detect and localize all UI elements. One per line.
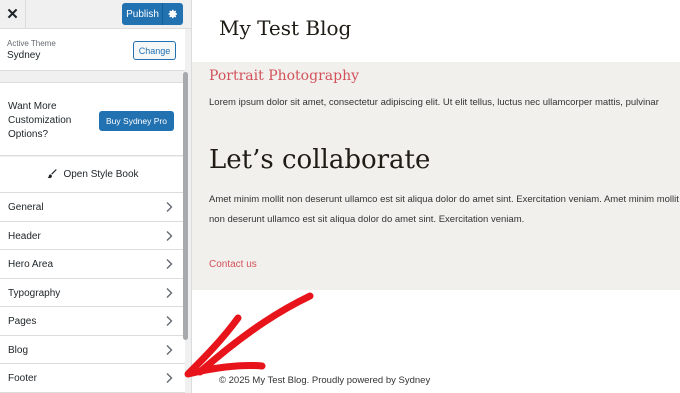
section-item-footer[interactable]: Footer xyxy=(0,364,185,393)
section-item-typography[interactable]: Typography xyxy=(0,278,185,307)
brush-icon xyxy=(46,168,58,182)
section-item-label: Pages xyxy=(8,316,37,327)
collab-paragraph: Amet minim mollit non deserunt ullamco e… xyxy=(209,194,679,225)
active-theme-name: Sydney xyxy=(7,50,41,61)
change-theme-button[interactable]: Change xyxy=(133,41,176,60)
close-icon[interactable]: ✕ xyxy=(0,0,26,28)
open-style-book-label: Open Style Book xyxy=(63,169,139,180)
section-item-pages[interactable]: Pages xyxy=(0,307,185,336)
upsell-text: Want More Customization Options? xyxy=(8,101,72,140)
scrollbar-thumb[interactable] xyxy=(183,72,188,340)
site-preview: My Test Blog Portrait Photography Lorem … xyxy=(192,0,680,393)
customizer-topbar: ✕ Publish xyxy=(0,0,191,29)
customizer-sidebar: ✕ Publish Active Theme Sydney Change Wan… xyxy=(0,0,192,393)
footer-credits: © 2025 My Test Blog. Proudly powered by … xyxy=(219,375,431,386)
open-style-book-button[interactable]: Open Style Book xyxy=(0,157,185,193)
section-item-label: Hero Area xyxy=(8,259,54,270)
upsell-panel: Want More Customization Options? Buy Syd… xyxy=(0,82,185,156)
chevron-right-icon xyxy=(166,373,173,383)
section-item-label: Typography xyxy=(8,287,61,299)
active-theme-panel: Active Theme Sydney Change xyxy=(0,29,185,71)
chevron-right-icon xyxy=(166,259,173,269)
buy-pro-button[interactable]: Buy Sydney Pro xyxy=(99,111,174,131)
section-item-general[interactable]: General xyxy=(0,193,185,222)
section-item-label: Blog xyxy=(8,344,29,356)
chevron-right-icon xyxy=(166,230,173,241)
active-theme-label: Active Theme xyxy=(7,39,56,48)
site-header: My Test Blog xyxy=(192,0,680,62)
chevron-right-icon xyxy=(166,316,173,326)
section-item-label: General xyxy=(8,202,44,213)
section-list: General Header Hero Area Typography Page… xyxy=(0,193,185,393)
chevron-right-icon xyxy=(166,287,173,298)
section-item-hero-area[interactable]: Hero Area xyxy=(0,250,185,279)
chevron-right-icon xyxy=(166,344,173,355)
sidebar-scrollbar[interactable] xyxy=(183,72,189,393)
section-item-header[interactable]: Header xyxy=(0,221,185,250)
intro-paragraph: Lorem ipsum dolor sit amet, consectetur … xyxy=(209,97,659,108)
gear-icon[interactable] xyxy=(162,3,183,25)
section-item-label: Header xyxy=(8,230,41,242)
contact-link[interactable]: Contact us xyxy=(209,259,257,270)
chevron-right-icon xyxy=(166,202,173,212)
section-item-blog[interactable]: Blog xyxy=(0,335,185,364)
section-item-label: Footer xyxy=(8,373,37,384)
publish-button[interactable]: Publish xyxy=(122,3,163,25)
site-title[interactable]: My Test Blog xyxy=(219,16,351,40)
section-heading: Portrait Photography xyxy=(209,68,360,84)
collab-heading: Let’s collaborate xyxy=(209,145,431,175)
